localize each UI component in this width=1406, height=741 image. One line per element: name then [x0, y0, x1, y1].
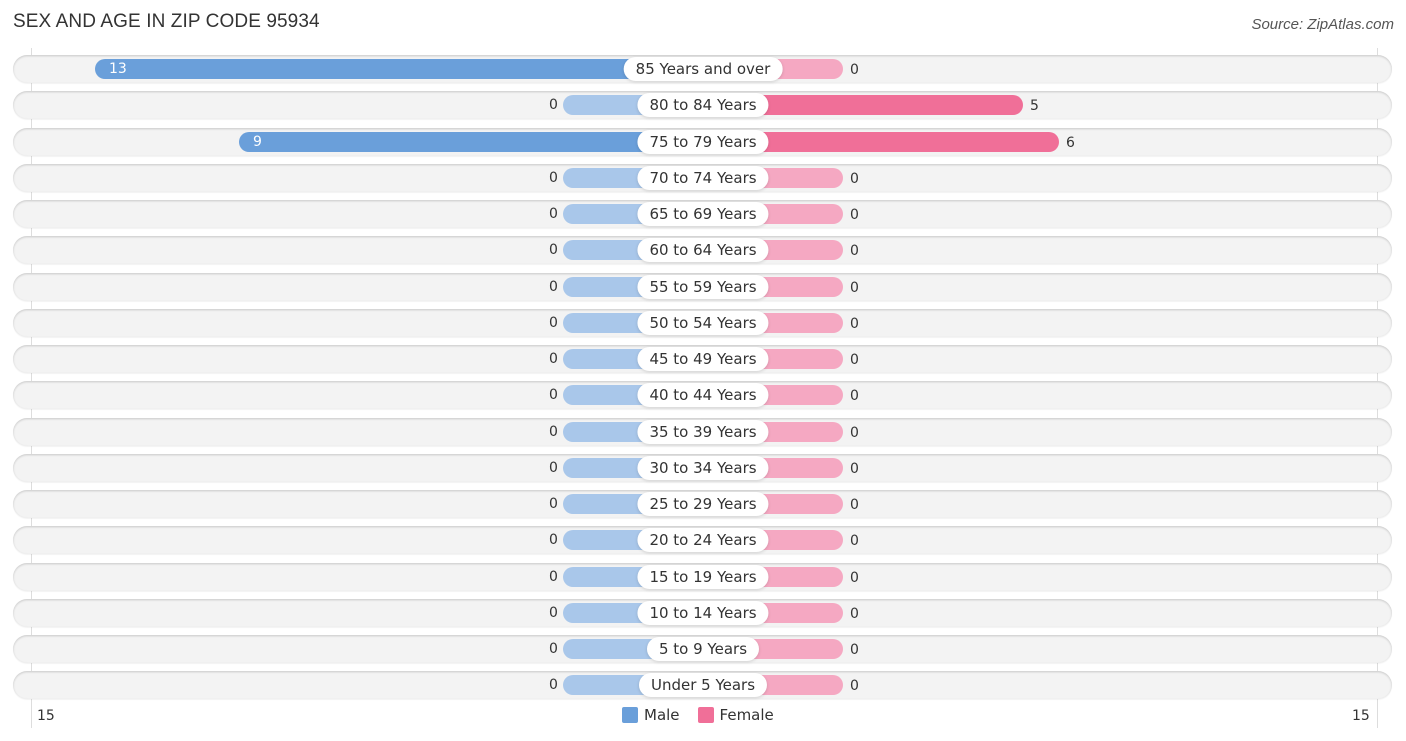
category-label: 45 to 49 Years — [637, 347, 769, 371]
legend-label-male: Male — [644, 706, 680, 724]
category-label: 75 to 79 Years — [637, 129, 769, 154]
value-label-male: 0 — [549, 242, 558, 259]
value-label-female: 0 — [850, 207, 859, 223]
value-label-male: 0 — [549, 351, 558, 367]
value-label-male: 0 — [549, 641, 558, 657]
value-label-male: 13 — [109, 61, 127, 77]
legend-label-female: Female — [719, 706, 774, 724]
value-label-female: 0 — [850, 569, 859, 586]
value-label-male: 0 — [549, 459, 558, 476]
legend-item-female[interactable]: Female — [697, 706, 774, 724]
category-label: 40 to 44 Years — [637, 383, 769, 408]
bar-male[interactable] — [239, 131, 703, 152]
category-label: 35 to 39 Years — [637, 419, 769, 444]
axis-tick-right: 15 — [1352, 708, 1370, 724]
value-label-female: 0 — [850, 62, 859, 78]
value-label-male: 9 — [253, 133, 262, 150]
legend: Male Female — [622, 706, 784, 724]
value-label-female: 0 — [850, 497, 859, 513]
category-label: 25 to 29 Years — [637, 492, 769, 516]
legend-swatch-male — [622, 707, 638, 723]
category-label: 65 to 69 Years — [637, 202, 769, 226]
category-label: 80 to 84 Years — [637, 93, 769, 118]
category-label: 55 to 59 Years — [637, 274, 769, 299]
value-label-female: 0 — [850, 170, 859, 187]
value-label-female: 0 — [850, 605, 859, 622]
category-label: 60 to 64 Years — [637, 238, 769, 263]
bar-male[interactable] — [95, 59, 703, 79]
value-label-male: 0 — [549, 387, 558, 404]
value-label-male: 0 — [549, 97, 558, 114]
value-label-male: 0 — [549, 604, 558, 621]
value-label-female: 0 — [850, 315, 859, 332]
value-label-male: 0 — [549, 206, 558, 222]
value-label-female: 0 — [850, 678, 859, 695]
value-label-female: 0 — [850, 533, 859, 550]
value-label-male: 0 — [549, 677, 558, 694]
value-label-female: 0 — [850, 642, 859, 658]
population-pyramid-chart: 13 0 85 Years and over 0 5 80 to 84 Years 9 6 75… — [0, 0, 1406, 741]
category-label: 15 to 19 Years — [637, 564, 769, 589]
value-label-male: 0 — [549, 278, 558, 295]
value-label-female: 5 — [1030, 98, 1039, 115]
value-label-female: 0 — [850, 352, 859, 368]
category-label: 50 to 54 Years — [637, 310, 769, 335]
category-label: 30 to 34 Years — [637, 455, 769, 480]
value-label-female: 0 — [850, 279, 859, 296]
value-label-female: 6 — [1066, 134, 1075, 151]
value-label-male: 0 — [549, 423, 558, 440]
value-label-female: 0 — [850, 243, 859, 260]
axis-tick-left: 15 — [37, 708, 55, 724]
value-label-male: 0 — [549, 169, 558, 186]
value-label-female: 0 — [850, 460, 859, 477]
category-label: 5 to 9 Years — [646, 637, 760, 661]
value-label-female: 0 — [850, 388, 859, 405]
value-label-female: 0 — [850, 424, 859, 441]
category-label: Under 5 Years — [638, 673, 768, 698]
legend-item-male[interactable]: Male — [622, 706, 680, 724]
category-label: 70 to 74 Years — [637, 165, 769, 190]
category-label: 10 to 14 Years — [637, 600, 769, 625]
value-label-male: 0 — [549, 532, 558, 549]
value-label-male: 0 — [549, 314, 558, 331]
category-label: 20 to 24 Years — [637, 528, 769, 553]
legend-swatch-female — [697, 707, 714, 723]
value-label-male: 0 — [549, 496, 558, 512]
category-label: 85 Years and over — [623, 57, 783, 81]
value-label-male: 0 — [549, 568, 558, 585]
